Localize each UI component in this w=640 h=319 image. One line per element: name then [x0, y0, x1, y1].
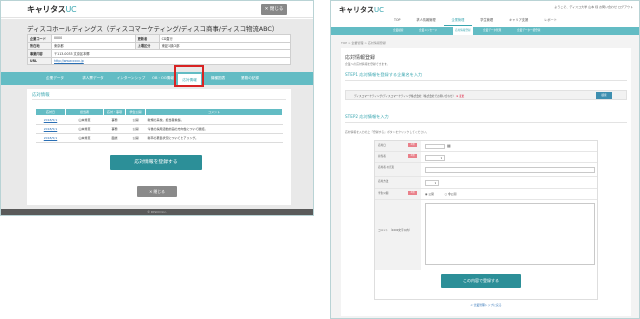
contact-date-link[interactable]: 2018/5/1: [44, 127, 57, 131]
table-row: 2018/5/1 山本秀恵 事務 公開 今後の採用活動計画の方向性について確認。: [35, 124, 283, 134]
subnav-message[interactable]: 企業メッセージ: [419, 27, 437, 35]
main-nav: TOP 求人情報管理 企業管理 学生管理 キャリア支援 レポート: [386, 16, 565, 26]
back-to-company-link[interactable]: < 企業管理トップに戻る: [341, 303, 631, 307]
company-search-button[interactable]: 検索: [596, 92, 612, 99]
nav-report[interactable]: レポート: [536, 16, 565, 25]
register-contact-button[interactable]: 応対情報を登録する: [110, 155, 202, 170]
subnav-search[interactable]: 企業検索: [393, 27, 403, 35]
company-url-link[interactable]: http://www.xxxx.jp: [54, 59, 84, 63]
section-title: 応対情報: [32, 93, 50, 98]
subnav-bulk[interactable]: 企業データ一括登録: [517, 27, 540, 35]
nav-jobs[interactable]: 求人情報管理: [408, 16, 443, 25]
tab-job-data[interactable]: 求人票データ: [75, 72, 111, 85]
person-name-input[interactable]: [425, 167, 595, 173]
left-header: キャリタスUC ✕ 閉じる: [1, 1, 313, 18]
sub-nav: 企業検索 企業メッセージ 応対情報登録 企業データ管理 企業データ一括登録: [331, 27, 639, 35]
company-tabs: 企業データ 求人票データ インターンシップ OB・OG情報 応対情報 機種図表 …: [1, 72, 313, 85]
form-row-staff: 担当者 必須 ▾: [375, 152, 597, 163]
method-select[interactable]: ▾: [425, 180, 439, 186]
highlight-box: [174, 65, 204, 87]
page-title: 応対情報登録: [345, 55, 376, 61]
breadcrumb: TOP > 企業管理 > 応対情報登録: [341, 41, 386, 45]
form-row-method: 応対方法 ▾: [375, 177, 597, 189]
contact-date-link[interactable]: 2018/5/1: [44, 118, 57, 122]
footer: © DISCO Inc.: [1, 209, 313, 215]
tab-charts[interactable]: 機種図表: [204, 72, 232, 85]
staff-select[interactable]: ▾: [425, 155, 445, 161]
nav-top[interactable]: TOP: [386, 16, 408, 25]
subnav-data[interactable]: 企業データ管理: [483, 27, 501, 35]
nav-career[interactable]: キャリア支援: [501, 16, 536, 25]
comment-textarea[interactable]: [425, 203, 595, 265]
radio-public[interactable]: ◉ 公開: [425, 192, 434, 196]
nav-students[interactable]: 学生管理: [472, 16, 501, 25]
form-row-public: 学生公開 必須 ◉ 公開 ○ 非公開: [375, 189, 597, 200]
company-name: ディスコホールディングス（ディスコマーケティング/ディスコ商事/ディスコ物流AB…: [27, 25, 279, 33]
close-button[interactable]: ✕ 閉じる: [261, 4, 287, 15]
contact-date-link[interactable]: 2018/5/1: [44, 136, 57, 140]
change-flag[interactable]: ※ 変更: [456, 95, 464, 98]
table-row: 2018/5/1 山本秀恵 面談 公開 新卒の募集状況についてヒアリング。: [35, 133, 283, 143]
logo: キャリタスUC: [27, 5, 77, 14]
submit-button[interactable]: この内容で登録する: [441, 274, 521, 288]
date-input[interactable]: [425, 144, 445, 149]
logo: キャリタスUC: [339, 6, 385, 14]
right-screenshot: キャリタスUC ようこそ、ディスコ大学 山本 様 お問い合わせ ログアウト TO…: [330, 0, 640, 319]
contact-info-card: 応対情報 応対日 担当者 応対・事項 学生公開 コメント 2018/5/1 山本…: [27, 89, 291, 205]
contact-table: 応対日 担当者 応対・事項 学生公開 コメント 2018/5/1 山本秀恵 事務…: [35, 108, 283, 143]
back-close-button[interactable]: ✕ 閉じる: [137, 186, 177, 197]
step2-desc: 応対情報を入力の上「登録する」ボタンをクリックしてください。: [345, 130, 429, 134]
selected-company: ディスコマーケティング/ディスコマーケティング株式会社（株式会社でお問い合わせ）: [354, 95, 456, 98]
tab-obog[interactable]: OB・OG情報: [149, 72, 177, 85]
tab-records[interactable]: 業務の記録: [234, 72, 266, 85]
subnav-contact[interactable]: 応対情報登録: [453, 27, 473, 35]
step1-title: STEP1 応対情報を登録する企業名を入力: [345, 72, 423, 77]
tab-company-data[interactable]: 企業データ: [37, 72, 73, 85]
form-row-date: 応対日 必須 ▦: [375, 141, 597, 152]
tab-internship[interactable]: インターンシップ: [113, 72, 149, 85]
divider: [32, 99, 286, 100]
radio-private[interactable]: ○ 非公開: [445, 192, 457, 196]
divider: [345, 80, 627, 81]
user-menu[interactable]: ようこそ、ディスコ大学 山本 様 お問い合わせ ログアウト: [554, 5, 633, 9]
right-header: キャリタスUC ようこそ、ディスコ大学 山本 様 お問い合わせ ログアウト TO…: [331, 1, 639, 27]
company-select-row: ディスコマーケティング/ディスコマーケティング株式会社（株式会社でお問い合わせ）…: [345, 90, 627, 100]
page-desc: 企業への応対情報を登録できます。: [345, 62, 390, 66]
divider: [345, 122, 627, 123]
form-row-person: 応対者 の氏名: [375, 163, 597, 177]
step2-title: STEP2 応対情報を入力: [345, 114, 389, 119]
calendar-icon[interactable]: ▦: [447, 143, 451, 148]
form-card: 応対情報登録 企業への応対情報を登録できます。 STEP1 応対情報を登録する企…: [341, 48, 631, 316]
form-row-comment: コメント （1000文字以内）: [375, 200, 597, 270]
left-screenshot: キャリタスUC ✕ 閉じる ディスコホールディングス（ディスコマーケティング/デ…: [0, 0, 314, 216]
table-row: 2018/5/1 山本秀恵 事務 公開 新規の来校。担当者挨拶。: [35, 115, 283, 125]
company-info-table: 企業コード 0000 更新者 CD直行 所在地 東京都 上場区分 東証1部/2部…: [27, 34, 292, 65]
nav-company[interactable]: 企業管理: [443, 16, 473, 26]
